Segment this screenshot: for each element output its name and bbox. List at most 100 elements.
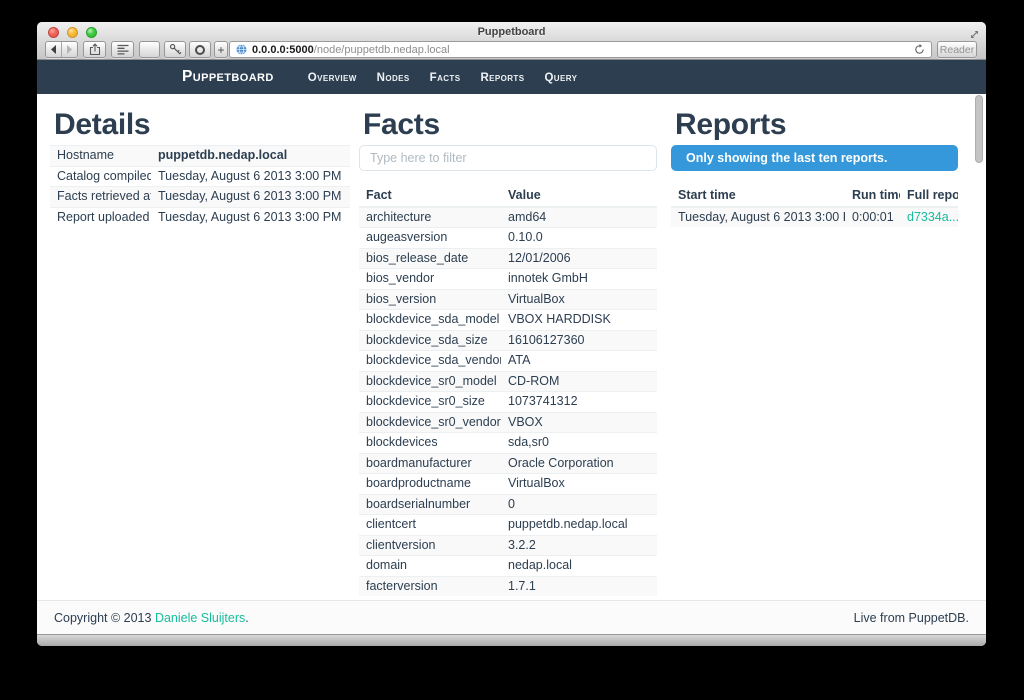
detail-label: Facts retrieved at <box>50 187 151 208</box>
fact-name: bios_version <box>359 289 501 310</box>
table-row: clientversion3.2.2 <box>359 535 657 556</box>
navbar-brand[interactable]: Puppetboard <box>182 68 274 86</box>
refresh-icon <box>914 44 925 55</box>
url-path: /node/puppetdb.nedap.local <box>314 44 450 56</box>
reports-table: Start time Run time Full report Tuesday,… <box>671 186 958 227</box>
fact-name: boardserialnumber <box>359 494 501 515</box>
table-row: boardmanufacturerOracle Corporation <box>359 453 657 474</box>
back-button[interactable] <box>46 42 61 57</box>
facts-col-value: Value <box>501 186 657 207</box>
table-row: blockdevicessda,sr0 <box>359 433 657 454</box>
report-run-time: 0:00:01 <box>845 207 900 228</box>
details-table: Hostnamepuppetdb.nedap.localCatalog comp… <box>50 145 350 227</box>
nav-item-nodes[interactable]: Nodes <box>367 72 420 84</box>
fact-name: clientversion <box>359 535 501 556</box>
globe-favicon-icon <box>236 44 247 55</box>
table-row: bios_release_date12/01/2006 <box>359 248 657 269</box>
nav-item-facts[interactable]: Facts <box>420 72 471 84</box>
fact-value: puppetdb.nedap.local <box>501 515 657 536</box>
fact-value: 0.10.0 <box>501 228 657 249</box>
table-row: blockdevice_sda_vendorATA <box>359 351 657 372</box>
table-row: clientcertpuppetdb.nedap.local <box>359 515 657 536</box>
table-row: blockdevice_sr0_size1073741312 <box>359 392 657 413</box>
fact-name: boardproductname <box>359 474 501 495</box>
address-bar[interactable]: 0.0.0.0:5000/node/puppetdb.nedap.local <box>229 41 932 58</box>
nav-item-query[interactable]: Query <box>534 72 587 84</box>
nav-item-overview[interactable]: Overview <box>298 72 367 84</box>
browser-chrome: Puppetboard <box>37 22 986 60</box>
reader-button[interactable]: Reader <box>937 41 977 58</box>
facts-col-fact: Fact <box>359 186 501 207</box>
share-button[interactable] <box>83 41 106 58</box>
fact-name: blockdevice_sr0_model <box>359 371 501 392</box>
back-icon <box>50 45 57 54</box>
scrollbar-thumb[interactable] <box>975 95 983 163</box>
fact-name: domain <box>359 556 501 577</box>
report-start-time: Tuesday, August 6 2013 3:00 PM <box>671 207 845 228</box>
table-row: Hostnamepuppetdb.nedap.local <box>50 146 350 167</box>
keychain-button[interactable] <box>164 41 186 58</box>
fact-value: 0 <box>501 494 657 515</box>
live-from-puppetdb-text: Live from PuppetDB. <box>854 611 969 625</box>
table-row: bios_versionVirtualBox <box>359 289 657 310</box>
browser-window: Puppetboard <box>37 22 986 646</box>
url-text: 0.0.0.0:5000/node/puppetdb.nedap.local <box>252 44 450 56</box>
detail-value: Tuesday, August 6 2013 3:00 PM <box>151 187 350 208</box>
report-link[interactable]: d7334a... <box>907 210 958 224</box>
table-row: blockdevice_sda_modelVBOX HARDDISK <box>359 310 657 331</box>
reports-col-full-report: Full report <box>900 186 958 207</box>
fact-value: Oracle Corporation <box>501 453 657 474</box>
fact-value: CD-ROM <box>501 371 657 392</box>
fact-value: VBOX HARDDISK <box>501 310 657 331</box>
fact-name: boardmanufacturer <box>359 453 501 474</box>
author-link[interactable]: Daniele Sluijters <box>155 611 245 625</box>
fact-value: 1073741312 <box>501 392 657 413</box>
table-row: domainnedap.local <box>359 556 657 577</box>
extension-button[interactable] <box>189 41 211 58</box>
table-row: Report uploaded atTuesday, August 6 2013… <box>50 207 350 227</box>
refresh-button[interactable] <box>914 44 925 55</box>
detail-value: Tuesday, August 6 2013 3:00 PM <box>151 207 350 227</box>
table-row: boardserialnumber0 <box>359 494 657 515</box>
page-footer: Copyright © 2013 Daniele Sluijters. Live… <box>37 600 986 634</box>
detail-label: Catalog compiled at <box>50 166 151 187</box>
table-row: Catalog compiled atTuesday, August 6 201… <box>50 166 350 187</box>
facts-title: Facts <box>363 107 657 143</box>
details-section: Details Hostnamepuppetdb.nedap.localCata… <box>50 94 350 227</box>
reading-list-icon <box>117 44 129 55</box>
fact-value: 12/01/2006 <box>501 248 657 269</box>
fact-value: VBOX <box>501 412 657 433</box>
table-row: blockdevice_sda_size16106127360 <box>359 330 657 351</box>
window-bottom-bar <box>37 634 986 646</box>
reports-section: Reports Only showing the last ten report… <box>671 94 958 227</box>
page-content: Details Hostnamepuppetdb.nedap.localCata… <box>37 94 986 600</box>
toolbar-blank-button[interactable] <box>139 41 160 58</box>
detail-label: Hostname <box>50 146 151 167</box>
fact-name: blockdevice_sr0_size <box>359 392 501 413</box>
table-row: facterversion1.7.1 <box>359 576 657 596</box>
app-navbar: Puppetboard OverviewNodesFactsReportsQue… <box>37 60 986 94</box>
browser-toolbar: + 0.0.0.0:5000/node/puppetdb.nedap.local <box>37 41 986 58</box>
fact-value: amd64 <box>501 207 657 228</box>
nav-item-reports[interactable]: Reports <box>470 72 534 84</box>
fact-value: ATA <box>501 351 657 372</box>
nav-items: OverviewNodesFactsReportsQuery <box>298 68 588 86</box>
fact-name: blockdevices <box>359 433 501 454</box>
fullscreen-icon[interactable] <box>969 27 980 38</box>
table-row: architectureamd64 <box>359 207 657 228</box>
share-icon <box>89 43 101 56</box>
table-row: blockdevice_sr0_modelCD-ROM <box>359 371 657 392</box>
window-title: Puppetboard <box>37 26 986 38</box>
report-full-cell: d7334a... <box>900 207 958 228</box>
url-host: 0.0.0.0:5000 <box>252 44 314 56</box>
new-tab-button[interactable]: + <box>214 41 228 58</box>
fact-value: sda,sr0 <box>501 433 657 454</box>
fact-value: 16106127360 <box>501 330 657 351</box>
facts-filter-input[interactable] <box>359 145 657 171</box>
forward-button[interactable] <box>61 42 77 57</box>
table-row: bios_vendorinnotek GmbH <box>359 269 657 290</box>
forward-icon <box>66 45 73 54</box>
facts-table: Fact Value architectureamd64augeasversio… <box>359 186 657 596</box>
table-row: Tuesday, August 6 2013 3:00 PM0:00:01 d73… <box>671 207 958 228</box>
reading-list-button[interactable] <box>111 41 134 58</box>
